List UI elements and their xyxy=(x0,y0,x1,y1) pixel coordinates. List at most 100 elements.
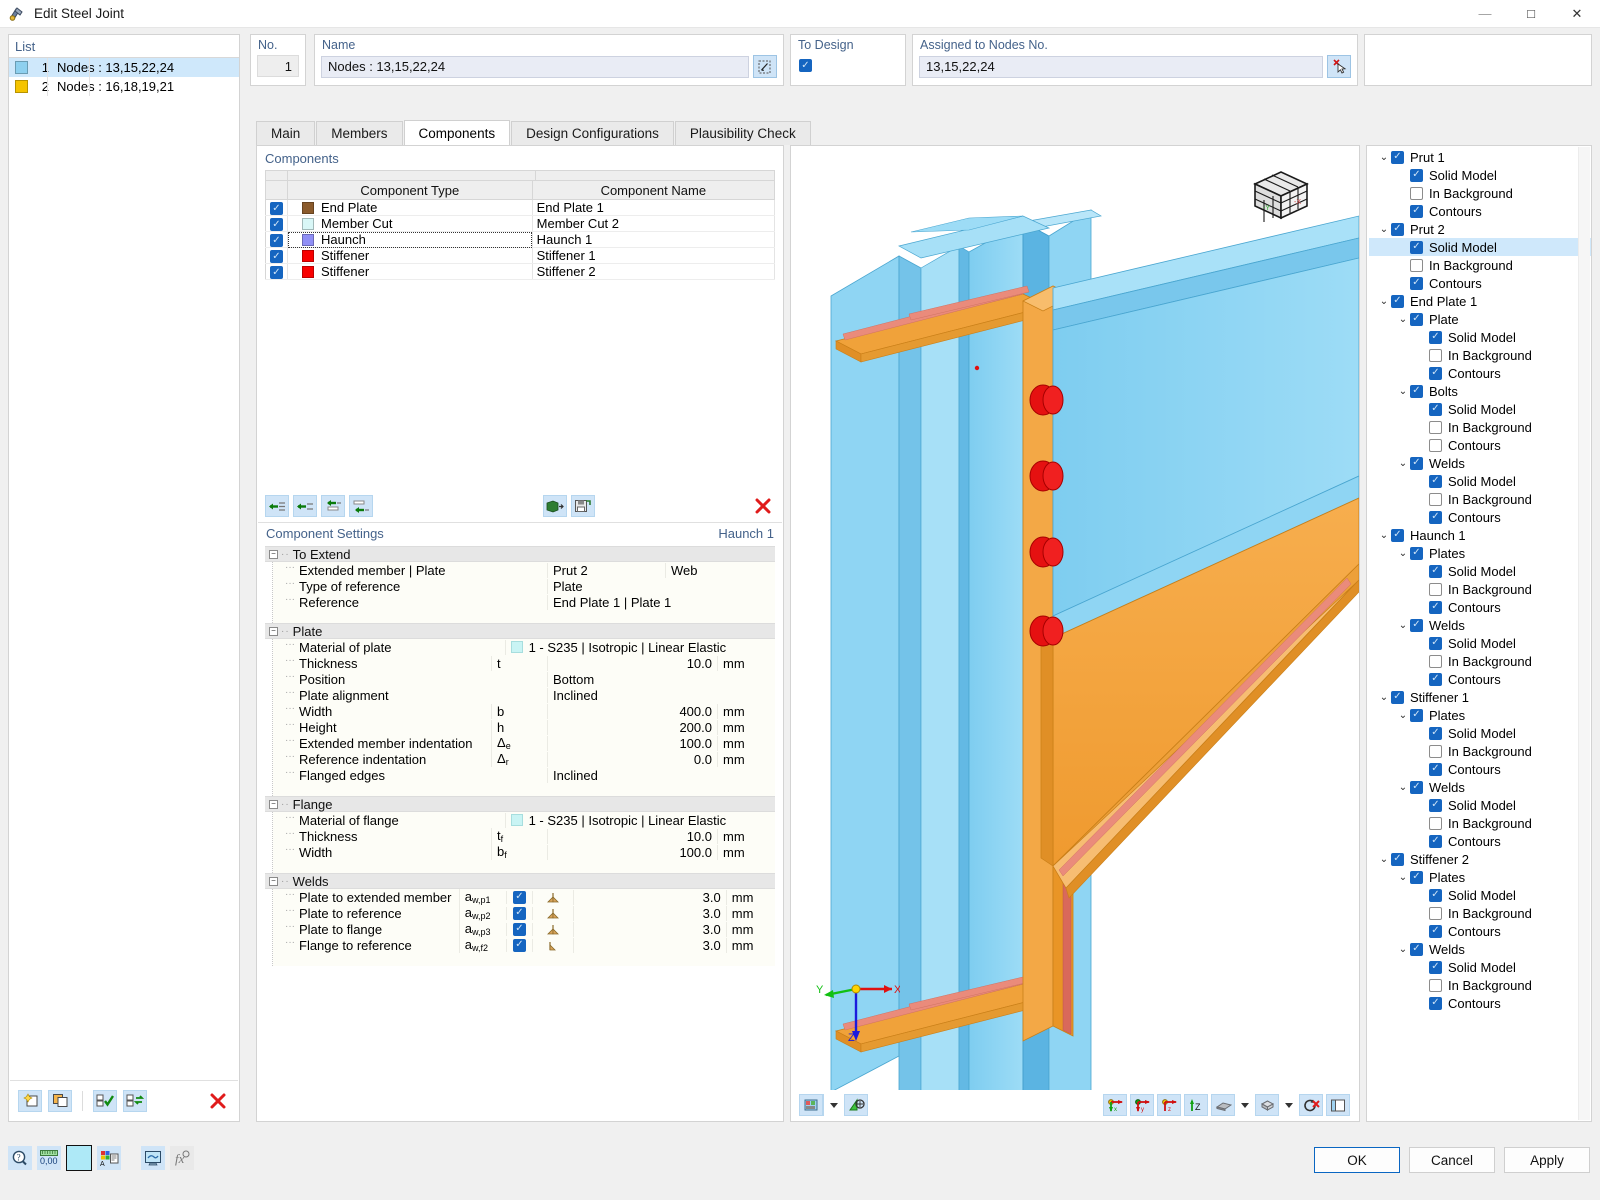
property-row[interactable]: Plate alignmentInclined xyxy=(273,687,775,703)
tree-item-solid-model[interactable]: ⌄Solid Model xyxy=(1369,238,1591,256)
tree-item-checkbox[interactable] xyxy=(1429,349,1442,362)
property-row[interactable]: Thicknesstf10.0mm xyxy=(273,828,775,844)
property-value[interactable]: Bottom xyxy=(547,672,717,687)
property-row[interactable]: Material of plate1 - S235 | Isotropic | … xyxy=(273,639,775,655)
chevron-down-icon[interactable]: ⌄ xyxy=(1377,224,1391,235)
property-row[interactable]: PositionBottom xyxy=(273,671,775,687)
tree-item-in-background[interactable]: ⌄In Background xyxy=(1369,346,1591,364)
tree-item-welds[interactable]: ⌄Welds xyxy=(1369,616,1591,634)
chevron-down-icon[interactable]: ⌄ xyxy=(1396,548,1410,559)
tree-item-plate[interactable]: ⌄Plate xyxy=(1369,310,1591,328)
component-enabled-checkbox[interactable] xyxy=(266,248,288,264)
perspective-icon[interactable] xyxy=(1211,1094,1235,1116)
delete-joint-icon[interactable] xyxy=(206,1090,230,1112)
fillet-weld-double-icon[interactable] xyxy=(532,891,574,904)
cancel-button[interactable]: Cancel xyxy=(1409,1147,1495,1173)
tree-item-checkbox[interactable] xyxy=(1429,511,1442,524)
component-enabled-checkbox[interactable] xyxy=(266,264,288,280)
property-value[interactable]: 400.0 xyxy=(547,704,717,719)
component-name-cell[interactable]: Stiffener 1 xyxy=(532,248,774,264)
tree-item-plates[interactable]: ⌄Plates xyxy=(1369,868,1591,886)
tree-item-solid-model[interactable]: ⌄Solid Model xyxy=(1369,886,1591,904)
component-type-cell[interactable]: Stiffener xyxy=(288,248,533,264)
fillet-weld-double-icon[interactable] xyxy=(532,907,574,920)
tree-item-checkbox[interactable] xyxy=(1391,151,1404,164)
viewport-settings-icon[interactable] xyxy=(799,1094,823,1116)
property-value[interactable]: 1 - S235 | Isotropic | Linear Elastic xyxy=(505,640,727,655)
collapse-icon[interactable]: − xyxy=(269,550,278,559)
tree-item-checkbox[interactable] xyxy=(1429,997,1442,1010)
component-settings-grid[interactable]: −··To ExtendExtended member | PlatePrut … xyxy=(265,546,775,1115)
joint-list[interactable]: 1Nodes : 13,15,22,242Nodes : 16,18,19,21 xyxy=(9,58,239,96)
move-component-down-icon[interactable] xyxy=(349,495,373,517)
property-value[interactable]: 100.0 xyxy=(547,845,717,860)
minimize-button[interactable]: — xyxy=(1462,0,1508,28)
tree-item-checkbox[interactable] xyxy=(1410,313,1423,326)
tab-design-configurations[interactable]: Design Configurations xyxy=(511,121,674,145)
tree-item-checkbox[interactable] xyxy=(1391,853,1404,866)
property-row[interactable]: Widthb400.0mm xyxy=(273,703,775,719)
tree-item-solid-model[interactable]: ⌄Solid Model xyxy=(1369,724,1591,742)
tab-members[interactable]: Members xyxy=(316,121,402,145)
table-row[interactable]: HaunchHaunch 1 xyxy=(266,232,775,248)
delete-component-icon[interactable] xyxy=(751,495,775,517)
weld-enabled-checkbox[interactable] xyxy=(506,891,531,904)
weld-enabled-checkbox[interactable] xyxy=(506,923,531,936)
tree-item-checkbox[interactable] xyxy=(1410,169,1423,182)
tree-item-checkbox[interactable] xyxy=(1429,889,1442,902)
components-table[interactable]: Component Type Component Name End PlateE… xyxy=(265,180,775,280)
property-value[interactable]: Inclined xyxy=(547,688,717,703)
tree-item-in-background[interactable]: ⌄In Background xyxy=(1369,814,1591,832)
tab-components[interactable]: Components xyxy=(404,120,511,145)
tree-item-stiffener-1[interactable]: ⌄Stiffener 1 xyxy=(1369,688,1591,706)
tree-item-checkbox[interactable] xyxy=(1410,385,1423,398)
select-all-icon[interactable] xyxy=(93,1090,117,1112)
tree-item-checkbox[interactable] xyxy=(1429,961,1442,974)
list-item[interactable]: 2Nodes : 16,18,19,21 xyxy=(9,77,239,96)
perspective-dropdown-icon[interactable] xyxy=(1241,1103,1249,1108)
chevron-down-icon[interactable]: ⌄ xyxy=(1377,530,1391,541)
tree-item-checkbox[interactable] xyxy=(1410,259,1423,272)
name-input[interactable]: Nodes : 13,15,22,24 xyxy=(321,56,749,78)
assigned-nodes-input[interactable]: 13,15,22,24 xyxy=(919,56,1323,78)
tree-item-welds[interactable]: ⌄Welds xyxy=(1369,940,1591,958)
weld-enabled-checkbox[interactable] xyxy=(506,907,531,920)
tree-item-checkbox[interactable] xyxy=(1429,763,1442,776)
formula-icon[interactable]: fx xyxy=(170,1146,194,1170)
tree-item-in-background[interactable]: ⌄In Background xyxy=(1369,652,1591,670)
edit-name-icon[interactable] xyxy=(753,55,777,78)
collapse-icon[interactable]: − xyxy=(269,877,278,886)
tree-item-solid-model[interactable]: ⌄Solid Model xyxy=(1369,958,1591,976)
component-name-cell[interactable]: End Plate 1 xyxy=(532,200,774,216)
tree-item-checkbox[interactable] xyxy=(1429,727,1442,740)
ok-button[interactable]: OK xyxy=(1314,1147,1400,1173)
property-value[interactable]: 10.0 xyxy=(547,829,717,844)
tree-item-checkbox[interactable] xyxy=(1410,871,1423,884)
view-in-y-icon[interactable]: y xyxy=(1130,1094,1154,1116)
collapse-icon[interactable]: − xyxy=(269,627,278,636)
box-view-dropdown-icon[interactable] xyxy=(1285,1103,1293,1108)
tree-item-checkbox[interactable] xyxy=(1410,277,1423,290)
tree-item-checkbox[interactable] xyxy=(1429,817,1442,830)
tree-item-in-background[interactable]: ⌄In Background xyxy=(1369,742,1591,760)
tree-item-checkbox[interactable] xyxy=(1391,295,1404,308)
property-group-header[interactable]: −··To Extend xyxy=(265,546,775,562)
property-row[interactable]: Heighth200.0mm xyxy=(273,719,775,735)
box-view-icon[interactable] xyxy=(1255,1094,1279,1116)
property-value[interactable]: 200.0 xyxy=(547,720,717,735)
color-swatch-icon[interactable] xyxy=(66,1145,92,1171)
table-row[interactable]: StiffenerStiffener 2 xyxy=(266,264,775,280)
property-value[interactable]: 0.0 xyxy=(547,752,717,767)
tree-item-checkbox[interactable] xyxy=(1429,979,1442,992)
property-value[interactable]: 100.0 xyxy=(547,736,717,751)
tree-item-in-background[interactable]: ⌄In Background xyxy=(1369,976,1591,994)
tree-item-checkbox[interactable] xyxy=(1429,835,1442,848)
tree-item-checkbox[interactable] xyxy=(1429,745,1442,758)
component-name-cell[interactable]: Stiffener 2 xyxy=(532,264,774,280)
component-name-cell[interactable]: Haunch 1 xyxy=(532,232,774,248)
tree-item-solid-model[interactable]: ⌄Solid Model xyxy=(1369,328,1591,346)
property-value[interactable]: 1 - S235 | Isotropic | Linear Elastic xyxy=(505,813,727,828)
model-tree-panel[interactable]: ⌄Prut 1⌄Solid Model⌄In Background⌄Contou… xyxy=(1366,145,1592,1122)
property-value[interactable]: 3.0 xyxy=(573,890,725,905)
tree-item-solid-model[interactable]: ⌄Solid Model xyxy=(1369,796,1591,814)
